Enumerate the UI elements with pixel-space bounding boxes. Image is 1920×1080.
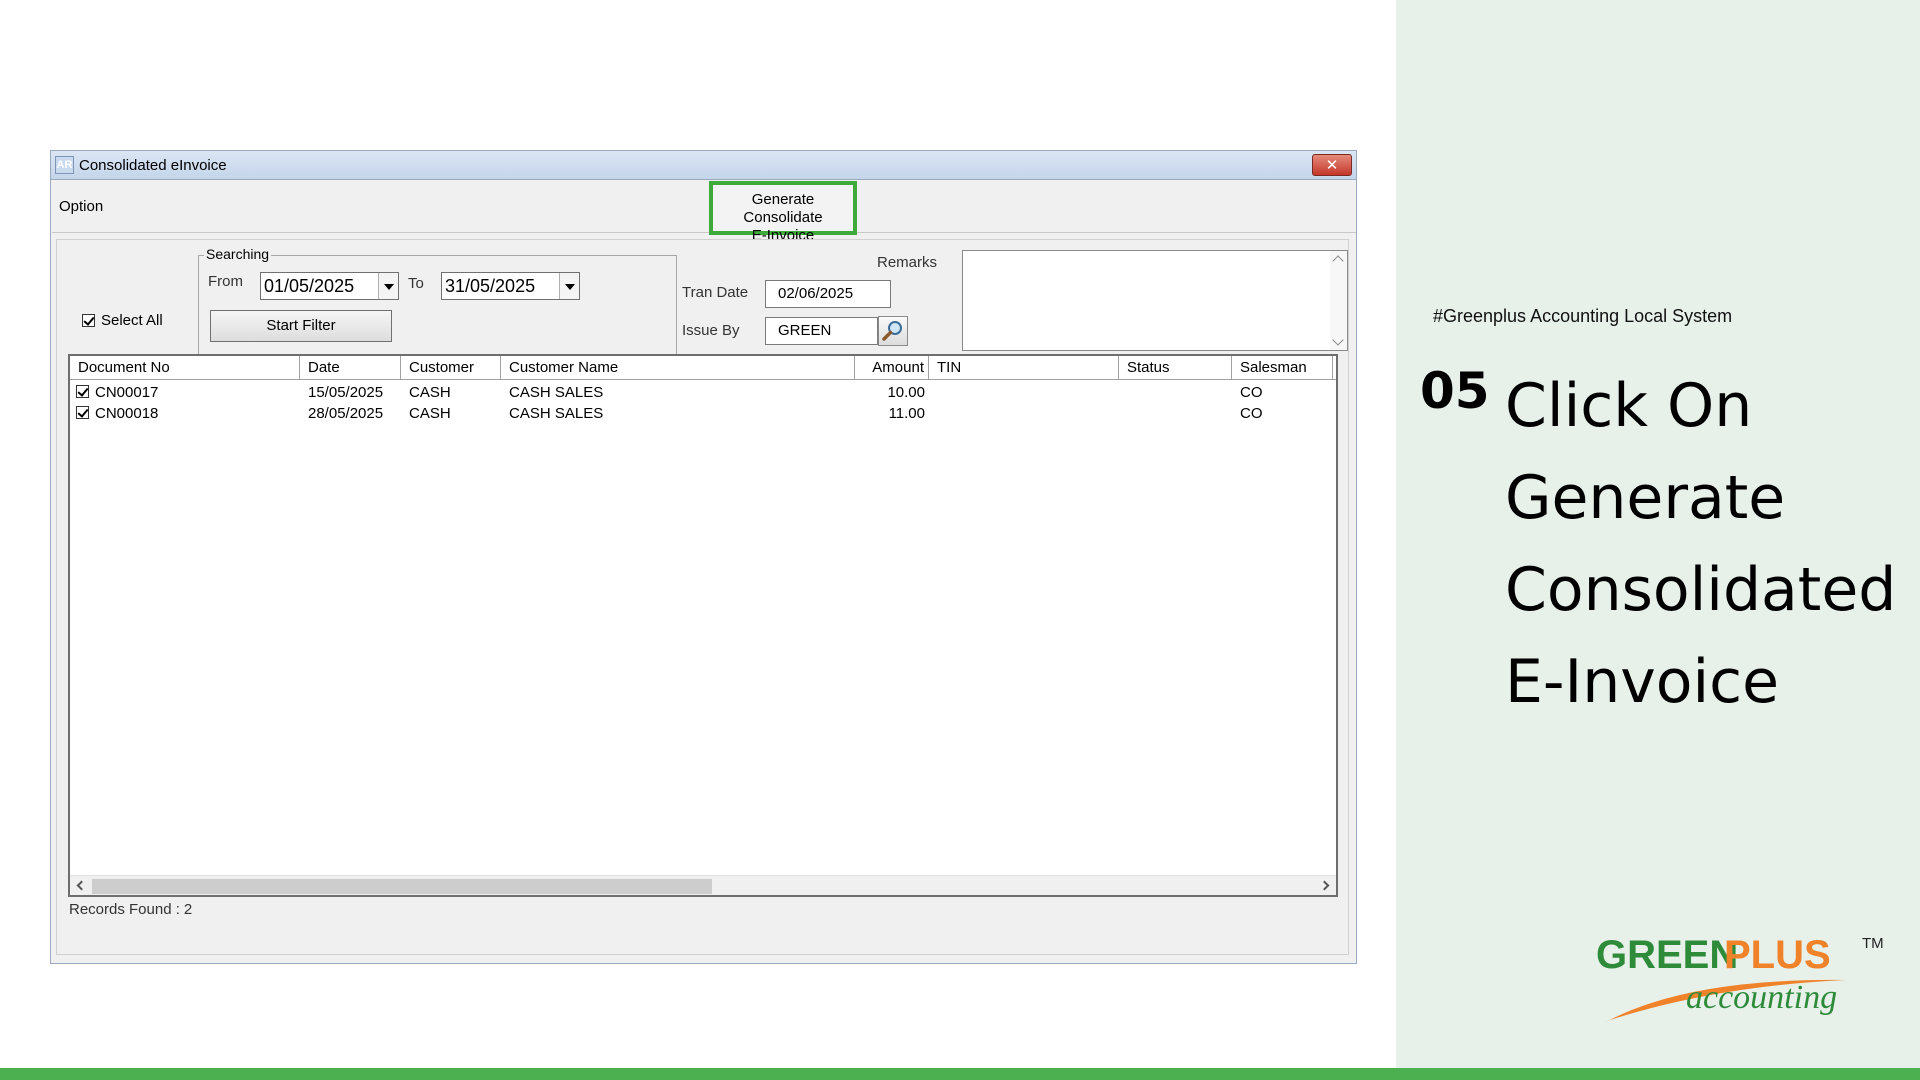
- consolidated-einvoice-window: AR Consolidated eInvoice ✕ Option Genera…: [50, 150, 1357, 964]
- magnifier-icon: [882, 321, 902, 341]
- tran-date-field[interactable]: 02/06/2025: [765, 280, 891, 308]
- dropdown-arrow-icon[interactable]: [559, 273, 579, 299]
- column-header-customer-name[interactable]: Customer Name: [501, 356, 855, 380]
- dropdown-arrow-icon[interactable]: [378, 273, 398, 299]
- records-found-status: Records Found :2: [69, 901, 196, 918]
- remarks-scrollbar[interactable]: [1330, 251, 1347, 350]
- cell-customer-name: CASH SALES: [509, 384, 604, 401]
- column-header-status[interactable]: Status: [1119, 356, 1232, 380]
- grid-header: Document No Date Customer Customer Name …: [70, 356, 1336, 380]
- searching-group-label: Searching: [204, 246, 272, 262]
- option-menu[interactable]: Option: [59, 198, 103, 215]
- cell-customer-name: CASH SALES: [509, 405, 604, 422]
- documents-grid: Document No Date Customer Customer Name …: [68, 354, 1338, 897]
- column-header-document-no[interactable]: Document No: [70, 356, 300, 380]
- cell-document-no: CN00017: [95, 384, 159, 401]
- scroll-left-arrow-icon[interactable]: [76, 880, 87, 891]
- remarks-label: Remarks: [877, 254, 938, 271]
- logo-tagline: accounting: [1686, 979, 1837, 1016]
- column-header-amount[interactable]: Amount: [855, 356, 929, 380]
- cell-date: 15/05/2025: [308, 384, 384, 401]
- generate-button-label-line1: Generate Consolidate: [743, 191, 823, 226]
- tran-date-label: Tran Date: [682, 284, 749, 301]
- scroll-up-arrow-icon[interactable]: [1332, 255, 1344, 267]
- cell-document-no: CN00018: [95, 405, 159, 422]
- issue-by-lookup-button[interactable]: [878, 316, 908, 346]
- scroll-down-arrow-icon[interactable]: [1332, 334, 1344, 346]
- slide-hashtag: #Greenplus Accounting Local System: [1433, 306, 1733, 326]
- logo-green-text: GREEN: [1596, 933, 1738, 977]
- cell-customer: CASH: [409, 384, 451, 401]
- records-found-label: Records Found :: [69, 901, 180, 918]
- cell-customer: CASH: [409, 405, 451, 422]
- from-date-picker[interactable]: 01/05/2025: [260, 272, 399, 300]
- issue-by-field[interactable]: GREEN: [765, 317, 878, 345]
- generate-consolidate-einvoice-button[interactable]: Generate Consolidate E-Invoice: [709, 181, 857, 244]
- step-instruction: Click On Generate Consolidated E-Invoice: [1505, 360, 1896, 728]
- step-line: Click On: [1505, 371, 1753, 441]
- cell-amount: 11.00: [888, 405, 925, 422]
- step-line: E-Invoice: [1505, 647, 1780, 717]
- greenplus-logo: GREEN PLUS TM accounting: [1596, 933, 1884, 1023]
- to-date-picker[interactable]: 31/05/2025: [441, 272, 580, 300]
- start-filter-button[interactable]: Start Filter: [210, 310, 392, 342]
- step-number: 05: [1420, 362, 1490, 420]
- slide-bottom-bar: [0, 1068, 1920, 1080]
- to-date-value: 31/05/2025: [445, 276, 536, 296]
- window-title: Consolidated eInvoice: [79, 157, 227, 174]
- column-header-date[interactable]: Date: [300, 356, 401, 380]
- to-label: To: [408, 275, 424, 292]
- issue-by-label: Issue By: [682, 322, 740, 339]
- main-content: Select All Searching From 01/05/2025 To …: [56, 239, 1349, 955]
- column-header-salesman[interactable]: Salesman: [1232, 356, 1333, 380]
- scroll-right-arrow-icon[interactable]: [1319, 880, 1330, 891]
- cell-salesman: CO: [1240, 405, 1263, 422]
- step-line: Consolidated: [1505, 555, 1897, 625]
- checkbox-checked-icon[interactable]: [82, 314, 95, 327]
- horizontal-scrollbar[interactable]: [70, 875, 1336, 895]
- window-titlebar[interactable]: AR Consolidated eInvoice ✕: [51, 151, 1356, 180]
- row-checkbox[interactable]: [76, 406, 89, 419]
- app-icon: AR: [55, 156, 74, 174]
- column-header-tin[interactable]: TIN: [929, 356, 1119, 380]
- select-all-label: Select All: [101, 312, 163, 329]
- from-label: From: [208, 273, 243, 290]
- table-row[interactable]: CN00018 28/05/2025 CASH CASH SALES 11.00…: [70, 403, 1336, 424]
- logo-plus-text: PLUS: [1724, 933, 1831, 977]
- scrollbar-thumb[interactable]: [92, 879, 712, 894]
- cell-date: 28/05/2025: [308, 405, 384, 422]
- close-button[interactable]: ✕: [1312, 154, 1352, 176]
- toolbar: Option Generate Consolidate E-Invoice: [52, 181, 1356, 244]
- cell-salesman: CO: [1240, 384, 1263, 401]
- step-line: Generate: [1505, 463, 1786, 533]
- records-found-count: 2: [183, 901, 193, 918]
- table-row[interactable]: CN00017 15/05/2025 CASH CASH SALES 10.00…: [70, 382, 1336, 403]
- from-date-value: 01/05/2025: [264, 276, 355, 296]
- row-checkbox[interactable]: [76, 385, 89, 398]
- select-all-checkbox[interactable]: Select All: [82, 312, 163, 329]
- column-header-customer[interactable]: Customer: [401, 356, 501, 380]
- cell-amount: 10.00: [887, 384, 925, 401]
- remarks-textarea[interactable]: [962, 250, 1348, 351]
- logo-tm: TM: [1862, 935, 1884, 952]
